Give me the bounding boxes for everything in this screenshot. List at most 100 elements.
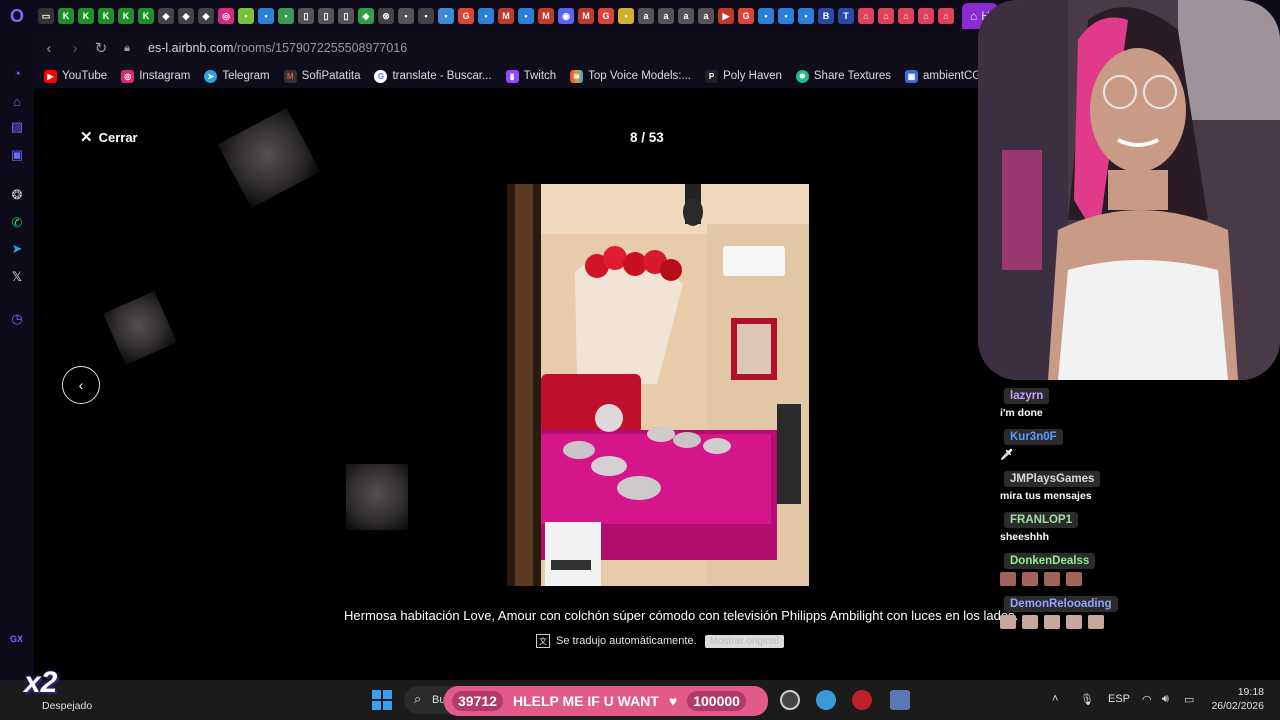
bookmark-polyhaven[interactable]: P Poly Haven bbox=[705, 69, 782, 83]
volume-icon[interactable]: 🔊︎ bbox=[1162, 693, 1169, 706]
emote-icon bbox=[1000, 572, 1016, 586]
battery-icon[interactable]: ▭ bbox=[1184, 693, 1194, 706]
app-tab-icon[interactable]: ▪ bbox=[238, 8, 254, 24]
app-tab-icon[interactable]: ▪ bbox=[758, 8, 774, 24]
bookmark-label: Poly Haven bbox=[723, 70, 782, 82]
language-indicator[interactable]: ESP bbox=[1108, 693, 1130, 705]
bookmark-youtube[interactable]: ▶ YouTube bbox=[44, 69, 107, 83]
bookmark-voice-models[interactable]: ≋ Top Voice Models:... bbox=[570, 69, 691, 83]
gmail-tab-icon[interactable]: M bbox=[538, 8, 554, 24]
document-tab-icon[interactable]: ▯ bbox=[338, 8, 354, 24]
forward-icon[interactable]: › bbox=[64, 37, 86, 59]
google-tab-icon[interactable]: G bbox=[738, 8, 754, 24]
amazon-tab-icon[interactable]: a bbox=[658, 8, 674, 24]
chat-username[interactable]: Kur3n0F bbox=[1004, 429, 1063, 445]
airbnb-tab-icon[interactable]: ⌂ bbox=[878, 8, 894, 24]
app-tab-icon[interactable]: ▪ bbox=[798, 8, 814, 24]
youtube-tab-icon[interactable]: ▶ bbox=[718, 8, 734, 24]
chevron-up-icon[interactable]: ˄ bbox=[1052, 693, 1058, 705]
opera-logo-icon[interactable]: O bbox=[0, 0, 34, 32]
bookmark-gmail[interactable]: M SofiPatatita bbox=[283, 69, 360, 83]
app-tab-icon[interactable]: ▪ bbox=[778, 8, 794, 24]
system-clock[interactable]: 19:18 26/02/2026 bbox=[1206, 685, 1264, 713]
app-tab-icon[interactable]: ◆ bbox=[358, 8, 374, 24]
amazon-tab-icon[interactable]: a bbox=[678, 8, 694, 24]
kick-tab-icon[interactable]: K bbox=[78, 8, 94, 24]
app-tab-icon[interactable]: ▪ bbox=[278, 8, 294, 24]
gmail-tab-icon[interactable]: M bbox=[578, 8, 594, 24]
app-tab-icon[interactable]: ▪ bbox=[618, 8, 634, 24]
app-taskbar-icon[interactable] bbox=[780, 690, 800, 710]
url-path: /rooms/1579072255508977016 bbox=[233, 41, 408, 55]
wifi-icon[interactable]: ◠ bbox=[1142, 693, 1152, 706]
youtube-icon: ▶ bbox=[44, 69, 57, 83]
gx-control-icon[interactable]: ⌂ bbox=[8, 92, 26, 110]
amazon-tab-icon[interactable]: a bbox=[638, 8, 654, 24]
bookmark-twitch[interactable]: ▮ Twitch bbox=[505, 69, 556, 83]
diamond-tab-icon[interactable]: ◆ bbox=[198, 8, 214, 24]
discord-tab-icon[interactable]: ◉ bbox=[558, 8, 574, 24]
gamepad-tab-icon[interactable]: ▭ bbox=[38, 8, 54, 24]
bookmark-ambientcg[interactable]: ▦ ambientCG bbox=[905, 69, 981, 83]
weather-label[interactable]: Despejado bbox=[42, 700, 92, 712]
music-player-icon[interactable]: ▣ bbox=[8, 146, 26, 164]
reload-icon[interactable]: ↻ bbox=[90, 37, 112, 59]
chat-username[interactable]: JMPlaysGames bbox=[1004, 471, 1101, 487]
instagram-icon: ◎ bbox=[121, 69, 135, 83]
kick-tab-icon[interactable]: K bbox=[118, 8, 134, 24]
bookmark-telegram[interactable]: ➤ Telegram bbox=[204, 69, 270, 83]
app-tab-icon[interactable]: ▪ bbox=[398, 8, 414, 24]
chat-username[interactable]: lazyrn bbox=[1004, 388, 1050, 404]
app-tab-icon[interactable]: ▪ bbox=[258, 8, 274, 24]
calculator-taskbar-icon[interactable] bbox=[890, 690, 910, 710]
diamond-tab-icon[interactable]: ◆ bbox=[178, 8, 194, 24]
telegram-icon[interactable]: ➤ bbox=[8, 240, 26, 258]
amazon-tab-icon[interactable]: a bbox=[698, 8, 714, 24]
airbnb-tab-icon[interactable]: ⌂ bbox=[898, 8, 914, 24]
chatgpt-icon[interactable]: ❂ bbox=[8, 186, 26, 204]
bookmark-sharetextures[interactable]: ✸ Share Textures bbox=[795, 69, 891, 83]
multiplier-badge: x2 bbox=[24, 666, 58, 699]
aria-icon[interactable]: ◔ bbox=[8, 64, 26, 82]
app-tab-icon[interactable]: ▪ bbox=[418, 8, 434, 24]
instagram-tab-icon[interactable]: ◎ bbox=[218, 8, 234, 24]
app-tab-icon[interactable]: T bbox=[838, 8, 854, 24]
google-tab-icon[interactable]: G bbox=[598, 8, 614, 24]
close-gallery-button[interactable]: ✕ Cerrar bbox=[80, 128, 138, 146]
url-field[interactable]: es-l.airbnb.com/rooms/157907225550897701… bbox=[148, 41, 407, 55]
x-icon[interactable]: 𝕏 bbox=[8, 268, 26, 286]
back-icon[interactable]: ‹ bbox=[38, 37, 60, 59]
chat-username[interactable]: DonkenDealss bbox=[1004, 553, 1096, 569]
google-tab-icon[interactable]: G bbox=[458, 8, 474, 24]
show-original-button[interactable]: Mostrar original bbox=[704, 634, 784, 648]
opera-gx-taskbar-icon[interactable] bbox=[852, 690, 872, 710]
airbnb-tab-icon[interactable]: ⌂ bbox=[858, 8, 874, 24]
chat-username[interactable]: FRANLOP1 bbox=[1004, 512, 1078, 528]
history-icon[interactable]: ◷ bbox=[8, 310, 26, 328]
airbnb-tab-icon[interactable]: ⌂ bbox=[938, 8, 954, 24]
kick-tab-icon[interactable]: K bbox=[98, 8, 114, 24]
microphone-icon[interactable]: 🎙︎ bbox=[1080, 693, 1094, 706]
app-tab-icon[interactable]: ▪ bbox=[478, 8, 494, 24]
bookmark-translate[interactable]: Gtranslate - Buscar... bbox=[374, 69, 492, 83]
app-taskbar-icon[interactable] bbox=[816, 690, 836, 710]
bookmark-instagram[interactable]: ◎ Instagram bbox=[121, 69, 190, 83]
kick-tab-icon[interactable]: K bbox=[58, 8, 74, 24]
app-tab-icon[interactable]: ▪ bbox=[518, 8, 534, 24]
app-tab-icon[interactable]: ▪ bbox=[438, 8, 454, 24]
document-tab-icon[interactable]: ▯ bbox=[318, 8, 334, 24]
windows-start-icon[interactable] bbox=[372, 690, 392, 710]
kick-tab-icon[interactable]: K bbox=[138, 8, 154, 24]
gmail-tab-icon[interactable]: M bbox=[498, 8, 514, 24]
previous-photo-button[interactable]: ‹ bbox=[62, 366, 100, 404]
document-tab-icon[interactable]: ▯ bbox=[298, 8, 314, 24]
airbnb-tab-icon[interactable]: ⌂ bbox=[918, 8, 934, 24]
whatsapp-icon[interactable]: ✆ bbox=[8, 214, 26, 232]
chat-username[interactable]: DemonRelooading bbox=[1004, 596, 1118, 612]
emote-icon bbox=[1044, 615, 1060, 629]
gx-corner-icon[interactable]: ▨ bbox=[8, 118, 26, 136]
floating-overlay-image bbox=[103, 291, 177, 365]
app-tab-icon[interactable]: B bbox=[818, 8, 834, 24]
xbox-tab-icon[interactable]: ⊗ bbox=[378, 8, 394, 24]
diamond-tab-icon[interactable]: ◆ bbox=[158, 8, 174, 24]
